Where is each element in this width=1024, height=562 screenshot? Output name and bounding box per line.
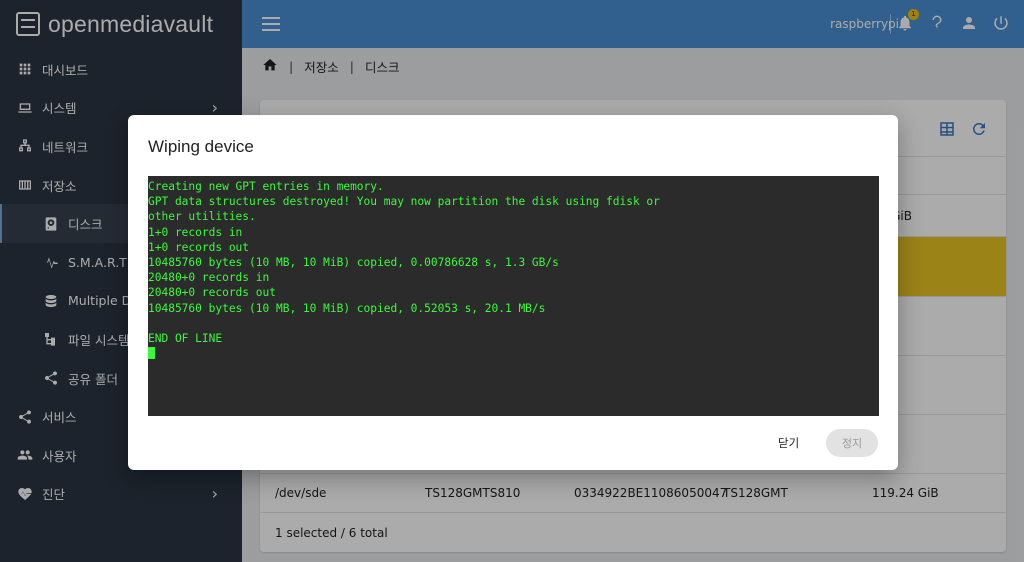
terminal-line: Creating new GPT entries in memory. <box>148 180 384 193</box>
stop-button[interactable]: 정지 <box>826 429 878 457</box>
terminal-line: 20480+0 records out <box>148 286 276 300</box>
terminal-cursor <box>148 347 155 360</box>
terminal-line: 10485760 bytes (10 MB, 10 MiB) copied, 0… <box>148 255 559 269</box>
dialog-title: Wiping device <box>148 137 254 156</box>
wiping-device-dialog: Wiping device Creating new GPT entries i… <box>128 115 898 470</box>
terminal-output: Creating new GPT entries in memory. GPT d… <box>148 176 879 416</box>
terminal-line: END OF LINE <box>148 331 223 345</box>
terminal-line: 1+0 records out <box>148 240 250 254</box>
close-button[interactable]: 닫기 <box>778 435 799 451</box>
terminal-line: 1+0 records in <box>148 225 243 239</box>
terminal-line: other utilities. <box>148 210 256 224</box>
terminal-line: 20480+0 records in <box>148 271 270 285</box>
terminal-line: 10485760 bytes (10 MB, 10 MiB) copied, 0… <box>148 301 546 315</box>
terminal-line: GPT data structures destroyed! You may n… <box>148 195 660 209</box>
